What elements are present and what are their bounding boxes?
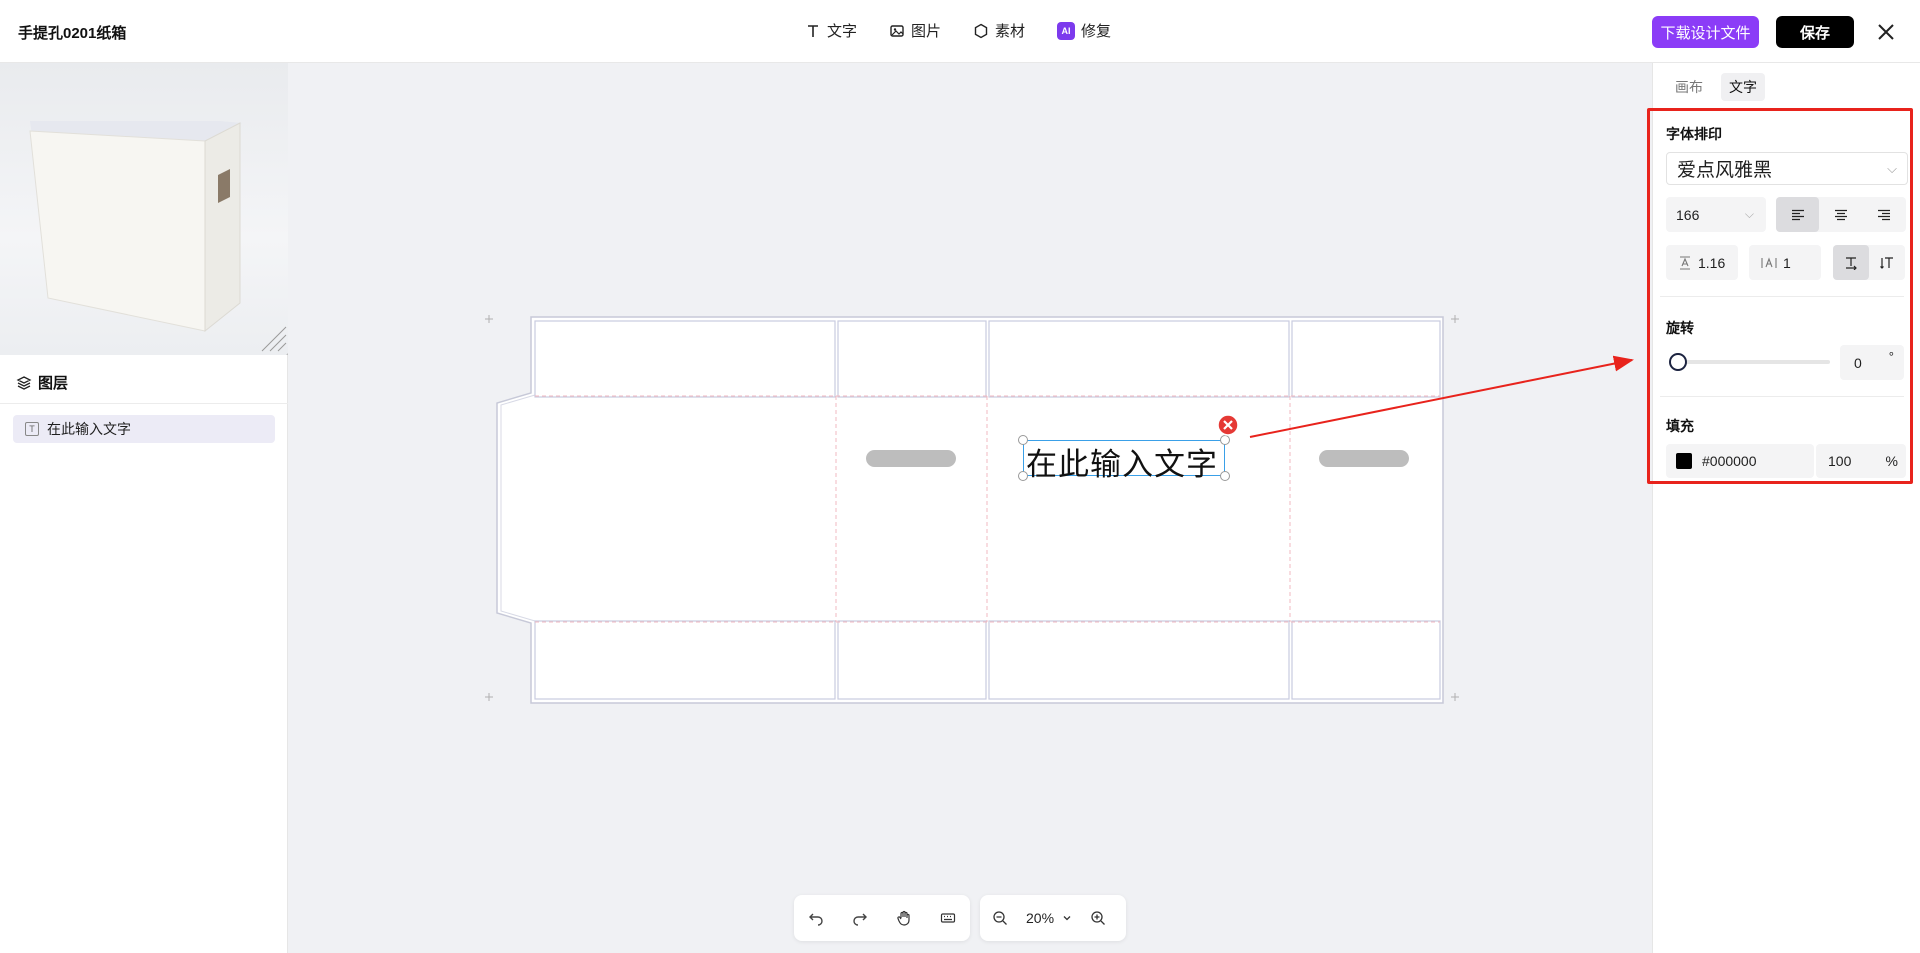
close-icon[interactable] — [1874, 20, 1898, 44]
horizontal-text-button[interactable] — [1833, 245, 1869, 280]
tool-material[interactable]: 素材 — [973, 20, 1025, 41]
fill-color-picker[interactable]: #000000 — [1666, 444, 1814, 478]
text-layer-icon: T — [25, 422, 39, 436]
ai-icon: AI — [1057, 21, 1076, 40]
text-direction-group — [1833, 245, 1905, 280]
canvas-text: 在此输入文字 — [1026, 447, 1218, 483]
text-align-group — [1776, 197, 1906, 232]
zoom-level-select[interactable]: 20% — [1020, 910, 1078, 926]
redo-button[interactable] — [838, 895, 882, 941]
line-height-icon — [1680, 255, 1690, 270]
opacity-input[interactable]: 100 % — [1816, 444, 1906, 478]
zoom-in-button[interactable] — [1078, 895, 1118, 941]
redo-icon — [853, 913, 867, 926]
left-panel: 图层 T 在此输入文字 — [0, 63, 288, 953]
zoom-toolbar: 20% — [980, 895, 1126, 941]
layers-title: 图层 — [38, 375, 69, 392]
fill-color-value: #000000 — [1702, 453, 1757, 469]
rotation-unit: ° — [1888, 349, 1894, 364]
letter-spacing-icon — [1761, 256, 1777, 268]
zoom-out-icon — [993, 911, 1007, 925]
resize-handle[interactable] — [1220, 435, 1230, 445]
zoom-in-icon — [1091, 911, 1105, 925]
fill-title: 填充 — [1666, 418, 1694, 434]
layers-icon — [16, 375, 32, 390]
keyboard-icon — [940, 913, 956, 923]
document-title: 手提孔0201纸箱 — [18, 25, 127, 42]
undo-button[interactable] — [794, 895, 838, 941]
typography-title: 字体排印 — [1666, 126, 1722, 142]
undo-icon — [809, 913, 823, 926]
tool-repair[interactable]: AI 修复 — [1057, 20, 1111, 41]
zoom-level: 20% — [1026, 910, 1055, 926]
history-toolbar — [794, 895, 970, 941]
rotation-title: 旋转 — [1666, 320, 1694, 336]
hexagon-icon — [974, 23, 988, 38]
3d-box-preview[interactable] — [0, 63, 288, 355]
image-icon — [890, 24, 904, 37]
rotation-input[interactable]: 0 ° — [1840, 345, 1904, 380]
top-bar: 手提孔0201纸箱 文字 图片 素材 AI 修复 下载设计文件 保存 — [0, 0, 1920, 63]
pan-hand-button[interactable] — [882, 895, 926, 941]
tab-canvas[interactable]: 画布 — [1667, 73, 1711, 101]
font-size-select[interactable]: 166 ⌵ — [1666, 197, 1766, 232]
chevron-down-icon — [1063, 916, 1071, 921]
align-left-icon — [1791, 209, 1804, 220]
handle-hole — [866, 450, 956, 467]
tool-material-label: 素材 — [995, 23, 1026, 40]
line-height-value: 1.16 — [1698, 254, 1726, 271]
align-right-icon — [1878, 209, 1891, 220]
opacity-value: 100 — [1828, 453, 1852, 469]
layer-item[interactable]: T 在此输入文字 — [13, 415, 275, 443]
tab-text[interactable]: 文字 — [1721, 73, 1765, 101]
vertical-text-button[interactable] — [1869, 245, 1905, 280]
resize-handle[interactable] — [1220, 471, 1230, 481]
chevron-down-icon: ⌵ — [1744, 207, 1754, 221]
save-button[interactable]: 保存 — [1776, 16, 1854, 48]
layers-header: 图层 — [16, 372, 68, 393]
keyboard-shortcuts-button[interactable] — [926, 895, 970, 941]
rotation-slider-handle[interactable] — [1669, 353, 1687, 371]
tool-image[interactable]: 图片 — [889, 20, 941, 41]
align-center-icon — [1834, 209, 1847, 220]
chevron-down-icon: ⌵ — [1887, 161, 1897, 176]
tool-image-label: 图片 — [911, 23, 942, 40]
horizontal-text-icon — [1846, 256, 1857, 270]
resize-handle[interactable] — [1018, 471, 1028, 481]
divider — [0, 403, 288, 404]
resize-handle[interactable] — [1018, 435, 1028, 445]
delete-icon[interactable] — [1217, 414, 1239, 436]
tool-text-label: 文字 — [827, 23, 858, 40]
layer-item-label: 在此输入文字 — [47, 421, 131, 437]
font-family-select[interactable]: 爱点风雅黑 ⌵ — [1666, 152, 1908, 185]
handle-hole — [1319, 450, 1409, 467]
design-canvas[interactable]: 在此输入文字 — [289, 63, 1652, 953]
divider — [1660, 396, 1904, 397]
box-3d-image — [29, 121, 288, 355]
tool-repair-label: 修复 — [1081, 23, 1112, 40]
align-left-button[interactable] — [1776, 197, 1820, 232]
download-design-button[interactable]: 下载设计文件 — [1652, 16, 1759, 48]
font-size-value: 166 — [1676, 206, 1700, 223]
rotation-slider[interactable] — [1676, 360, 1830, 364]
box-dieline — [485, 315, 1459, 704]
opacity-unit: % — [1885, 453, 1898, 469]
rotation-value: 0 — [1854, 354, 1862, 371]
align-right-button[interactable] — [1863, 197, 1906, 232]
letter-spacing-value: 1 — [1783, 254, 1791, 271]
align-center-button[interactable] — [1819, 197, 1862, 232]
properties-tabs: 画布 文字 — [1667, 73, 1765, 101]
line-height-field[interactable]: 1.16 — [1666, 245, 1738, 280]
divider — [1660, 296, 1904, 297]
insert-toolbar: 文字 图片 素材 AI 修复 — [805, 20, 1111, 41]
letter-spacing-field[interactable]: 1 — [1749, 245, 1821, 280]
canvas-text-object[interactable]: 在此输入文字 — [1018, 414, 1239, 483]
zoom-out-button[interactable] — [980, 895, 1020, 941]
text-icon — [808, 24, 818, 37]
tool-text[interactable]: 文字 — [805, 20, 857, 41]
hand-icon — [897, 910, 910, 926]
color-swatch — [1676, 453, 1692, 469]
vertical-text-icon — [1880, 256, 1893, 269]
font-family-value: 爱点风雅黑 — [1677, 160, 1773, 181]
